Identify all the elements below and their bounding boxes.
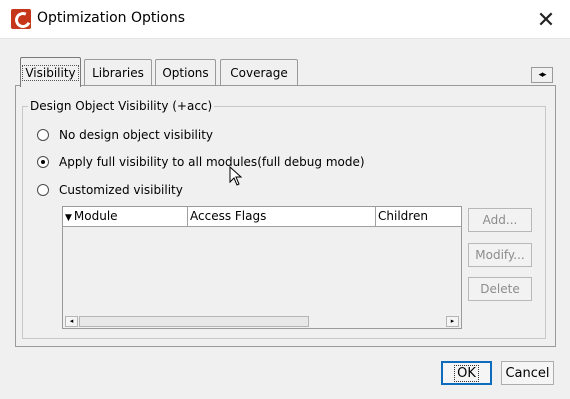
tab-visibility-label: Visibility [22, 64, 79, 81]
tab-scroll-arrows[interactable]: ◂▸ [531, 67, 553, 83]
scroll-thumb[interactable] [79, 316, 309, 327]
column-label: Access Flags [190, 209, 267, 223]
group-title: Design Object Visibility (+acc) [28, 99, 215, 113]
radio-button-selected[interactable] [37, 156, 49, 168]
sort-down-icon[interactable]: ▼ [65, 209, 72, 227]
tab-visibility[interactable]: Visibility [20, 57, 81, 88]
radio-full-visibility[interactable]: Apply full visibility to all modules(ful… [37, 155, 365, 169]
radio-button[interactable] [37, 129, 49, 141]
tab-coverage-label: Coverage [230, 65, 288, 80]
ok-label: OK [454, 364, 479, 382]
modify-button[interactable]: Modify... [468, 243, 532, 267]
radio-button[interactable] [37, 184, 49, 196]
tab-options-label: Options [162, 65, 209, 80]
column-header-access-flags[interactable]: Access Flags [188, 207, 376, 227]
tab-libraries-label: Libraries [92, 65, 144, 80]
radio-label: Customized visibility [59, 183, 183, 197]
tab-coverage[interactable]: Coverage [220, 59, 298, 85]
mouse-cursor-icon [229, 166, 243, 186]
column-header-children[interactable]: Children [376, 207, 461, 227]
horizontal-scrollbar[interactable]: ◂ ▸ [63, 315, 461, 328]
radio-no-visibility[interactable]: No design object visibility [37, 128, 213, 142]
delete-button[interactable]: Delete [468, 277, 532, 301]
radio-label: No design object visibility [59, 128, 213, 142]
title-bar: Optimization Options ✕ [0, 0, 570, 39]
radio-customized-visibility[interactable]: Customized visibility [37, 183, 183, 197]
tab-scroll-icon: ◂▸ [538, 70, 546, 80]
tab-options[interactable]: Options [155, 59, 216, 85]
tab-libraries[interactable]: Libraries [84, 59, 152, 85]
window-title: Optimization Options [37, 10, 186, 26]
scroll-right-arrow[interactable]: ▸ [446, 316, 459, 327]
table-header: ▼ Module Access Flags Children [63, 207, 461, 227]
close-button[interactable]: ✕ [526, 4, 566, 36]
add-button[interactable]: Add... [468, 208, 532, 232]
ok-button[interactable]: OK [441, 361, 492, 385]
column-label: Children [378, 209, 428, 223]
column-label: Module [73, 209, 118, 223]
column-header-module[interactable]: ▼ Module [63, 207, 188, 227]
scroll-left-arrow[interactable]: ◂ [65, 316, 78, 327]
cancel-label: Cancel [505, 365, 550, 381]
cancel-button[interactable]: Cancel [501, 361, 554, 385]
app-icon [11, 9, 31, 29]
visibility-table[interactable]: ▼ Module Access Flags Children ◂ ▸ [62, 206, 462, 329]
close-icon: ✕ [536, 7, 556, 33]
radio-label: Apply full visibility to all modules(ful… [59, 155, 365, 169]
